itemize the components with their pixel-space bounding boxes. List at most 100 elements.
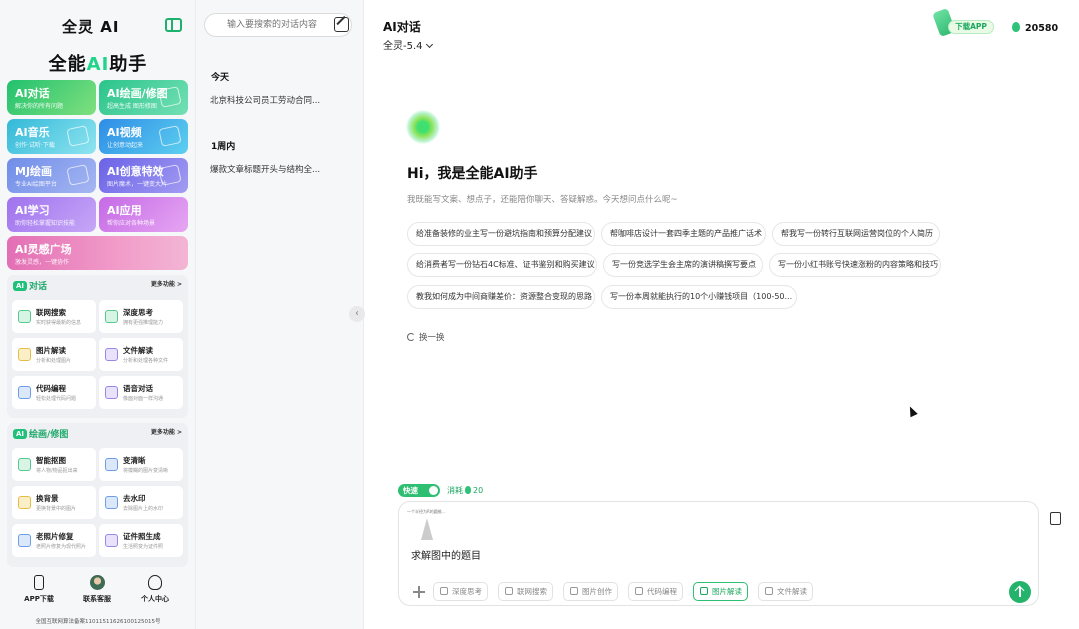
chat-section-header: AI 对话 xyxy=(13,278,47,292)
background-icon xyxy=(18,496,31,509)
chip-file-read[interactable]: 文件解读 xyxy=(758,582,813,601)
brain-icon xyxy=(105,310,118,323)
collapse-panel-chevron-icon[interactable]: ‹ xyxy=(349,306,365,322)
chat-tools-section: AI 对话 更多功能 > 联网搜索 实时获得最新的信息 深度思考 拥有更强推理能力… xyxy=(7,275,188,418)
nav-contact-service[interactable]: 联系客服 xyxy=(67,575,127,604)
plus-icon[interactable] xyxy=(413,586,425,598)
feature-ai-study[interactable]: AI学习 助你轻松掌握知识技能 xyxy=(7,197,96,232)
suggestion-chip[interactable]: 写一份小红书账号快速涨粉的内容策略和技巧 xyxy=(769,253,941,277)
chip-image-create[interactable]: 图片创作 xyxy=(563,582,618,601)
person-icon xyxy=(148,575,162,590)
download-app-button[interactable]: 下载APP xyxy=(932,8,996,37)
mouse-cursor-icon xyxy=(906,404,918,418)
welcome-intro: 我既能写文案、想点子，还能陪你聊天、答疑解惑。今天想问点什么呢~ xyxy=(407,195,678,205)
suggestion-chip[interactable]: 帮咖啡店设计一套四季主题的产品推广话术 xyxy=(601,222,766,246)
id-card-icon xyxy=(105,534,118,547)
refresh-suggestions-button[interactable]: 换一换 xyxy=(407,331,445,343)
chip-image-read[interactable]: 图片解读 xyxy=(693,582,748,601)
tool-voice-chat[interactable]: 语音对话 像面对面一样沟通 xyxy=(99,376,183,409)
code-icon xyxy=(635,587,643,595)
feature-ai-apps[interactable]: AI应用 帮你应对各种场景 xyxy=(99,197,188,232)
chat-more-link[interactable]: 更多功能 > xyxy=(151,279,182,288)
slogan: 全能AI助手 xyxy=(48,54,148,75)
draw-section-header: AI 绘画/修图 xyxy=(13,426,68,440)
film-icon xyxy=(158,125,182,147)
nav-app-download[interactable]: APP下载 xyxy=(9,575,69,604)
paperclip-icon xyxy=(765,587,773,595)
bottom-nav: APP下载 联系客服 个人中心 xyxy=(0,575,196,611)
cost-indicator: 消耗 20 xyxy=(447,486,484,495)
magic-wand-icon xyxy=(158,164,182,186)
brain-icon xyxy=(440,587,448,595)
ai-tag: AI xyxy=(13,280,28,291)
page-title: AI对话 xyxy=(383,20,421,34)
feature-ai-chat[interactable]: AI对话 解决你的所有问题 xyxy=(7,80,96,115)
toggle-knob xyxy=(429,486,438,495)
photo-restore-icon xyxy=(18,534,31,547)
suggestion-chip[interactable]: 教我如何成为中间商赚差价：资源整合变现的思路 xyxy=(407,285,595,309)
chip-web-search[interactable]: 联网搜索 xyxy=(498,582,553,601)
tool-sharpen[interactable]: 变清晰 将模糊的图片变清晰 xyxy=(99,448,183,481)
brand-name: 全灵 AI xyxy=(62,18,120,36)
file-icon xyxy=(105,348,118,361)
sidebar: 全灵 AI 全能AI助手 AI对话 解决你的所有问题 AI绘画/修图 超高生成 … xyxy=(0,0,196,629)
history-search-input[interactable] xyxy=(204,13,352,37)
feature-ai-video[interactable]: AI视频 让创意动起来 xyxy=(99,119,188,154)
tool-old-photo-restore[interactable]: 老照片修复 老照片修复为现代照片 xyxy=(12,524,96,557)
suggestion-chip[interactable]: 帮我写一份转行互联网运营岗位的个人简历 xyxy=(772,222,940,246)
chip-coding[interactable]: 代码编程 xyxy=(628,582,683,601)
sidebar-toggle-icon[interactable] xyxy=(165,18,182,32)
tool-image-read[interactable]: 图片解读 分析和处理图片 xyxy=(12,338,96,371)
feature-ai-inspiration-square[interactable]: AI灵感广场 激发灵感，一键协作 xyxy=(7,236,188,270)
document-icon[interactable] xyxy=(1050,512,1061,525)
brush-icon xyxy=(158,86,182,108)
phone-icon xyxy=(34,575,44,590)
image-icon xyxy=(700,587,708,595)
flame-icon xyxy=(1012,22,1020,32)
attached-image-thumbnail[interactable]: 一个半径为R的圆锥... xyxy=(407,508,446,544)
suggestion-chip[interactable]: 写一份本周就能执行的10个小赚钱项目（100-50... xyxy=(601,285,797,309)
music-note-icon xyxy=(66,125,90,147)
feature-ai-music[interactable]: AI音乐 创作·试听·下载 xyxy=(7,119,96,154)
history-item[interactable]: 爆款文章标题开头与结构全... xyxy=(210,163,360,175)
tool-coding[interactable]: 代码编程 轻松处理代码问题 xyxy=(12,376,96,409)
globe-icon xyxy=(505,587,513,595)
draw-section-title: 绘画/修图 xyxy=(29,430,69,440)
tool-web-search[interactable]: 联网搜索 实时获得最新的信息 xyxy=(12,300,96,333)
tool-deep-think[interactable]: 深度思考 拥有更强推理能力 xyxy=(99,300,183,333)
chat-section-title: 对话 xyxy=(29,282,48,292)
draw-tools-section: AI 绘画/修图 更多功能 > 智能抠图 将人物/物品抠出来 变清晰 将模糊的图片… xyxy=(7,423,188,567)
flame-icon xyxy=(465,486,471,494)
speed-mode-toggle[interactable]: 快速 xyxy=(398,484,440,497)
feature-ai-creative-effects[interactable]: AI创意特效 图片魔术，一键变大片 xyxy=(99,158,188,193)
refresh-icon xyxy=(407,333,415,341)
history-panel: 今天 北京科技公司员工劳动合同... 1周内 爆款文章标题开头与结构全... xyxy=(196,0,364,629)
nav-profile[interactable]: 个人中心 xyxy=(125,575,185,604)
message-composer[interactable]: 一个半径为R的圆锥... 求解图中的题目 深度思考 联网搜索 图片创作 代码编程… xyxy=(398,501,1039,606)
send-button[interactable] xyxy=(1009,581,1031,603)
brand: 全灵 AI xyxy=(0,14,196,38)
welcome-greeting: Hi，我是全能AI助手 xyxy=(407,166,538,182)
icp-notice: 全国互联网算法备案11011511626100125015号 xyxy=(35,619,161,625)
chip-deep-think[interactable]: 深度思考 xyxy=(433,582,488,601)
tool-remove-watermark[interactable]: 去水印 去除图片上的水印 xyxy=(99,486,183,519)
tool-id-photo[interactable]: 证件照生成 生活照变为证件照 xyxy=(99,524,183,557)
tool-change-background[interactable]: 换背景 更换背景中的图片 xyxy=(12,486,96,519)
tool-smart-cutout[interactable]: 智能抠图 将人物/物品抠出来 xyxy=(12,448,96,481)
suggestion-chip[interactable]: 写一份竞选学生会主席的演讲稿撰写要点 xyxy=(603,253,763,277)
suggestion-chip[interactable]: 给准备装修的业主写一份避坑指南和预算分配建议 xyxy=(407,222,595,246)
cone-figure-icon xyxy=(421,518,433,540)
watermark-icon xyxy=(105,496,118,509)
new-chat-icon[interactable] xyxy=(334,17,349,32)
history-group-today: 今天 xyxy=(211,73,230,83)
voice-wave-icon xyxy=(105,386,118,399)
history-item[interactable]: 北京科技公司员工劳动合同... xyxy=(210,94,360,106)
feature-mj-draw[interactable]: MJ绘画 专业AI绘图平台 xyxy=(7,158,96,193)
suggestion-chip[interactable]: 给消费者写一份钻石4C标准、证书鉴别和购买建议 xyxy=(407,253,597,277)
tool-file-read[interactable]: 文件解读 分析和处理各种文件 xyxy=(99,338,183,371)
feature-ai-draw[interactable]: AI绘画/修图 超高生成 图形修图 xyxy=(99,80,188,115)
model-select[interactable]: 全灵-5.4 xyxy=(383,37,433,52)
cutout-icon xyxy=(18,458,31,471)
prompt-input[interactable]: 求解图中的题目 xyxy=(411,547,481,562)
draw-more-link[interactable]: 更多功能 > xyxy=(151,427,182,436)
